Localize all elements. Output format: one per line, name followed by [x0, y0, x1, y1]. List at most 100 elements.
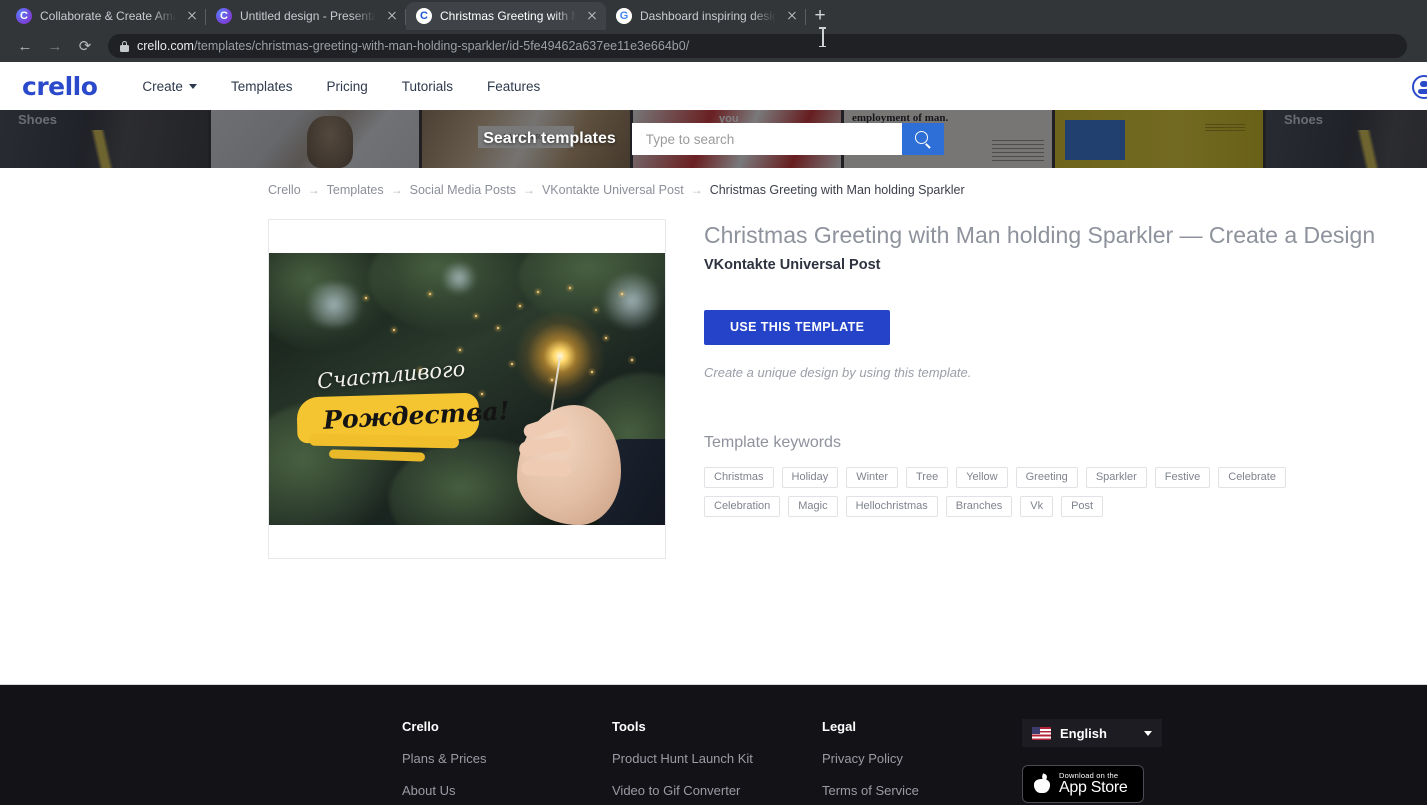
footer-column-tools: Tools Product Hunt Launch Kit Video to G…: [612, 719, 822, 803]
footer-link-terms-of-service[interactable]: Terms of Service: [822, 783, 1022, 798]
search-button[interactable]: [901, 123, 944, 155]
footer-link-video-to-gif-converter[interactable]: Video to Gif Converter: [612, 783, 822, 798]
site-navbar: crello Create Templates Pricing Tutorial…: [0, 62, 1427, 110]
tab-title: Christmas Greeting with Man hol: [440, 9, 576, 23]
template-preview-card[interactable]: Счастливого Рождества!: [268, 219, 666, 559]
footer-link-plans-prices[interactable]: Plans & Prices: [402, 751, 612, 766]
nav-item-tutorials[interactable]: Tutorials: [385, 79, 470, 94]
google-icon: G: [616, 8, 632, 24]
avatar[interactable]: [1412, 75, 1427, 99]
us-flag-icon: [1032, 726, 1051, 740]
crello-blue-icon: C: [416, 8, 432, 24]
page-content: crello Create Templates Pricing Tutorial…: [0, 62, 1427, 805]
browser-tab-2[interactable]: C Untitled design - Presentation (1: [206, 2, 406, 30]
use-this-template-button[interactable]: USE THIS TEMPLATE: [704, 309, 891, 345]
hero-search-area: Search templates: [0, 110, 1427, 168]
search-form: [631, 123, 944, 155]
footer-column-crello: Crello Plans & Prices About Us: [402, 719, 612, 803]
browser-tab-1[interactable]: C Collaborate & Create Amazing G: [6, 2, 206, 30]
keyword-tag[interactable]: Celebration: [704, 495, 781, 517]
footer-column-title: Tools: [612, 719, 646, 734]
main-content: Счастливого Рождества! Christmas Greetin…: [0, 197, 1427, 559]
close-icon[interactable]: [784, 8, 800, 24]
keyword-tag[interactable]: Greeting: [1015, 466, 1078, 488]
breadcrumb: Crello → Templates → Social Media Posts …: [0, 168, 1427, 197]
back-icon[interactable]: ←: [10, 32, 40, 60]
tab-title: Dashboard inspiring designs - Go: [640, 9, 776, 23]
new-tab-button[interactable]: +: [806, 2, 834, 30]
apple-logo-icon: [1033, 774, 1051, 795]
keyword-tag[interactable]: Magic: [788, 495, 838, 517]
close-icon[interactable]: [584, 8, 600, 24]
template-keywords-list: Christmas Holiday Winter Tree Yellow Gre…: [704, 466, 1364, 517]
tab-title: Collaborate & Create Amazing G: [40, 9, 176, 23]
app-store-badge[interactable]: Download on the App Store: [1022, 765, 1144, 803]
nav-item-create[interactable]: Create: [125, 79, 214, 94]
omnibox-bar: ← → ⟳ crello.com/templates/christmas-gre…: [0, 27, 1427, 62]
template-preview-image: Счастливого Рождества!: [269, 253, 665, 525]
crello-gradient-icon: C: [216, 8, 232, 24]
keyword-tag[interactable]: Festive: [1154, 466, 1211, 488]
browser-tab-4[interactable]: G Dashboard inspiring designs - Go: [606, 2, 806, 30]
browser-tab-3-active[interactable]: C Christmas Greeting with Man hol: [406, 2, 606, 30]
hand: [517, 405, 621, 525]
footer-right-panel: English Download on the App Store: [1022, 719, 1162, 803]
crello-gradient-icon: C: [16, 8, 32, 24]
keyword-tag[interactable]: Branches: [945, 495, 1013, 517]
greeting-line-1: Счастливого: [316, 356, 467, 394]
chevron-down-icon: [1144, 730, 1152, 736]
footer-column-title: Legal: [822, 719, 856, 734]
browser-chrome: C Collaborate & Create Amazing G C Untit…: [0, 0, 1427, 62]
forward-icon[interactable]: →: [40, 32, 70, 60]
keyword-tag[interactable]: Hellochristmas: [845, 495, 938, 517]
search-input[interactable]: [631, 123, 902, 155]
close-icon[interactable]: [384, 8, 400, 24]
search-icon: [914, 131, 931, 147]
breadcrumb-item-crello[interactable]: Crello: [268, 183, 301, 197]
keyword-tag[interactable]: Sparkler: [1085, 466, 1147, 488]
close-icon[interactable]: [184, 8, 200, 24]
keyword-tag[interactable]: Vk: [1020, 495, 1054, 517]
template-keywords-title: Template keywords: [704, 433, 841, 451]
crello-logo[interactable]: crello: [22, 72, 98, 101]
app-store-big-label: App Store: [1059, 778, 1128, 796]
footer-link-privacy-policy[interactable]: Privacy Policy: [822, 751, 1022, 766]
nav-item-features[interactable]: Features: [470, 79, 557, 94]
breadcrumb-separator-icon: →: [307, 183, 320, 197]
url-path: /templates/christmas-greeting-with-man-h…: [193, 39, 690, 53]
footer-link-product-hunt-launch-kit[interactable]: Product Hunt Launch Kit: [612, 751, 822, 766]
keyword-tag[interactable]: Winter: [846, 466, 898, 488]
language-selector[interactable]: English: [1022, 719, 1162, 747]
reload-icon[interactable]: ⟳: [70, 32, 100, 60]
breadcrumb-item-social-media-posts[interactable]: Social Media Posts: [410, 183, 516, 197]
hero-banner: Search templates: [0, 110, 1427, 168]
nav-item-templates[interactable]: Templates: [214, 79, 310, 94]
keyword-tag[interactable]: Post: [1061, 495, 1104, 517]
sparkler-glow: [515, 311, 605, 401]
footer-column-title: Crello: [402, 719, 439, 734]
app-store-text: Download on the App Store: [1059, 771, 1128, 797]
use-template-description: Create a unique design by using this tem…: [704, 364, 972, 380]
footer-link-about-us[interactable]: About Us: [402, 783, 612, 798]
tab-title: Untitled design - Presentation (1: [240, 9, 376, 23]
breadcrumb-item-vkontakte-universal-post[interactable]: VKontakte Universal Post: [542, 183, 684, 197]
url-text: crello.com/templates/christmas-greeting-…: [137, 39, 689, 53]
keyword-tag[interactable]: Tree: [905, 466, 949, 488]
url-bar[interactable]: crello.com/templates/christmas-greeting-…: [108, 34, 1407, 58]
nav-label: Create: [142, 78, 183, 94]
language-label: English: [1060, 725, 1107, 741]
keyword-tag[interactable]: Holiday: [781, 466, 839, 488]
page-title: Christmas Greeting with Man holding Spar…: [704, 222, 1376, 248]
footer-column-legal: Legal Privacy Policy Terms of Service: [822, 719, 1022, 803]
nav-item-pricing[interactable]: Pricing: [309, 79, 384, 94]
breadcrumb-item-templates[interactable]: Templates: [327, 183, 384, 197]
chevron-down-icon: [188, 83, 197, 89]
url-domain: crello.com: [137, 39, 194, 53]
keyword-tag[interactable]: Yellow: [956, 466, 1008, 488]
keyword-tag[interactable]: Christmas: [704, 466, 774, 488]
site-footer: Crello Plans & Prices About Us Tools Pro…: [0, 684, 1427, 805]
breadcrumb-separator-icon: →: [522, 183, 535, 197]
keyword-tag[interactable]: Celebrate: [1218, 466, 1286, 488]
footer-columns: Crello Plans & Prices About Us Tools Pro…: [0, 719, 1427, 803]
template-category: VKontakte Universal Post: [704, 256, 881, 273]
